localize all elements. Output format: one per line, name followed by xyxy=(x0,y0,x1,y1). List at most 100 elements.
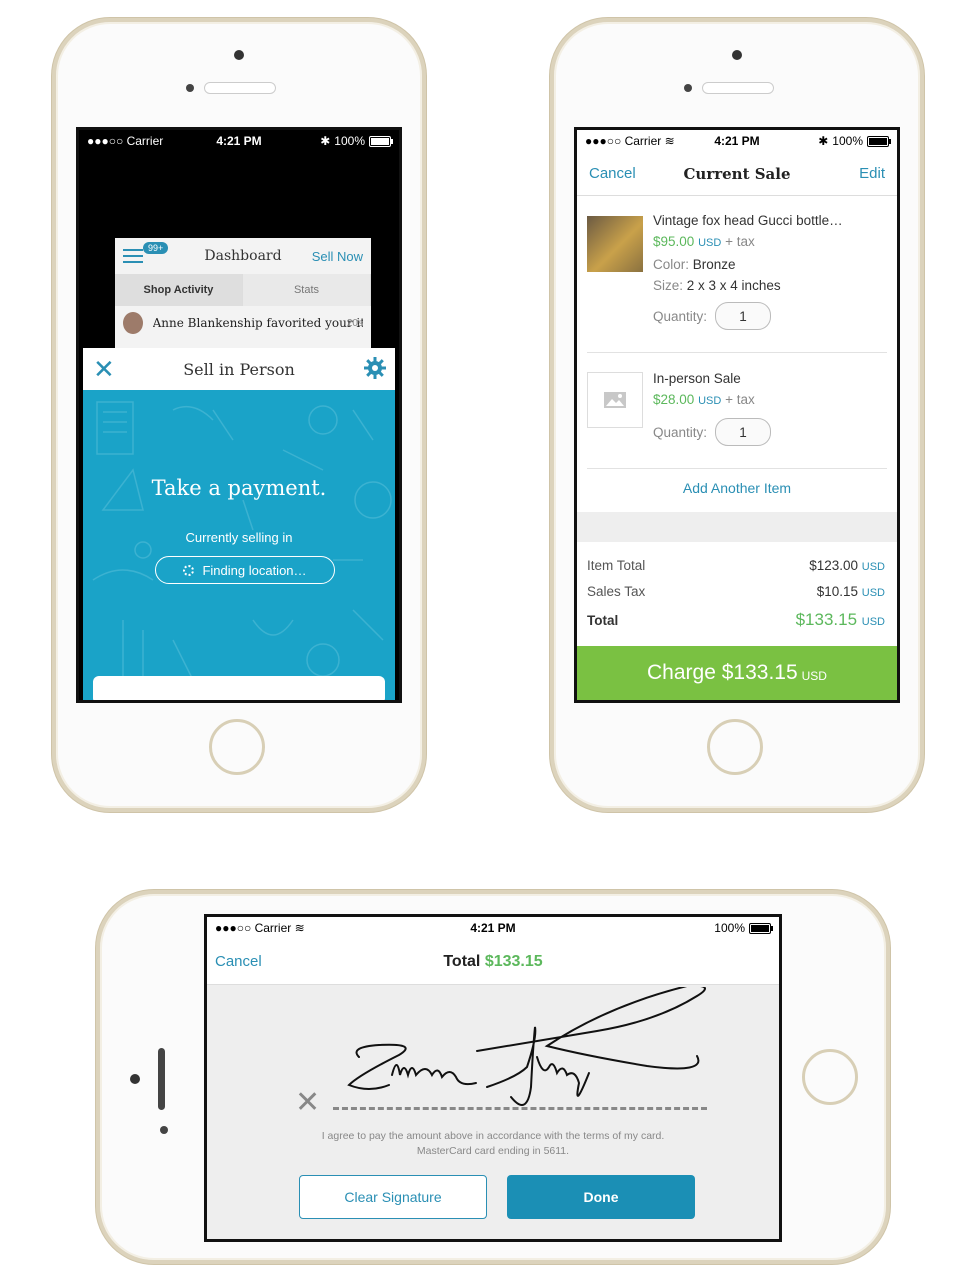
avatar xyxy=(123,312,143,334)
activity-text: Anne Blankenship favorited your item! xyxy=(152,316,363,330)
edit-button[interactable]: Edit xyxy=(859,165,885,182)
agreement-line-1: I agree to pay the amount above in accor… xyxy=(321,1130,665,1142)
total-row: Total $133.15 USD xyxy=(587,610,885,636)
status-bar: ●●●○○ Carrier 4:21 PM ✱ 100% xyxy=(79,130,399,152)
status-bar: ●●●○○ Carrier ≋ 4:21 PM 100% xyxy=(207,917,779,939)
clear-signature-button[interactable]: Clear Signature xyxy=(299,1175,487,1219)
gear-icon[interactable] xyxy=(363,356,387,385)
headline: Take a payment. xyxy=(151,476,327,500)
item-color-row: Color: Bronze xyxy=(653,257,736,272)
item-name: In-person Sale xyxy=(653,371,741,386)
activity-item[interactable]: Anne Blankenship favorited your item! 20… xyxy=(115,306,371,340)
proximity-sensor xyxy=(684,84,692,92)
earpiece xyxy=(204,82,276,94)
home-button[interactable] xyxy=(209,719,265,775)
home-button[interactable] xyxy=(707,719,763,775)
quantity-label: Quantity: xyxy=(653,424,708,440)
image-placeholder-icon xyxy=(587,372,643,428)
item-size-row: Size: 2 x 3 x 4 inches xyxy=(653,278,781,293)
sell-in-person-sheet: ✕ Sell in Person Take a payment. Current… xyxy=(83,348,395,700)
tab-shop-activity[interactable]: Shop Activity xyxy=(115,274,243,306)
list-item[interactable]: In-person Sale $28.00 USD + tax Quantity… xyxy=(587,352,887,469)
item-details: In-person Sale $28.00 USD + tax Quantity… xyxy=(653,368,887,446)
proximity-sensor xyxy=(160,1126,168,1134)
tools-pattern xyxy=(92,401,392,681)
page-title: Total $133.15 xyxy=(443,952,543,970)
agreement-line-2: MasterCard card ending in 5611. xyxy=(416,1145,570,1157)
sell-now-button[interactable]: Sell Now xyxy=(312,249,363,264)
close-icon[interactable]: ✕ xyxy=(93,354,115,385)
item-price: $95.00 xyxy=(653,234,695,249)
sheet-body: Take a payment. Currently selling in Fin… xyxy=(83,390,395,700)
item-details: Vintage fox head Gucci bottle… $95.00 US… xyxy=(653,210,887,330)
earpiece xyxy=(702,82,774,94)
item-tax: + tax xyxy=(725,392,755,407)
sheet-header: ✕ Sell in Person xyxy=(83,348,395,390)
nav-bar: Cancel Total $133.15 xyxy=(207,939,779,985)
item-price-row: $28.00 USD + tax xyxy=(653,389,887,412)
add-another-item-button[interactable]: Add Another Item xyxy=(577,480,897,496)
quantity-row: Quantity: 1 xyxy=(653,302,887,330)
totals: Item Total $123.00 USD Sales Tax $10.15 … xyxy=(587,558,885,636)
cancel-button[interactable]: Cancel xyxy=(215,953,262,970)
battery-icon xyxy=(867,135,891,147)
quantity-stepper[interactable]: 1 xyxy=(715,302,772,330)
dashboard-card: 99+ Dashboard Sell Now Shop Activity Sta… xyxy=(115,238,371,358)
quantity-label: Quantity: xyxy=(653,308,708,324)
status-bar: ●●●○○ Carrier ≋ 4:21 PM ✱ 100% xyxy=(577,130,897,152)
screen-signature: ●●●○○ Carrier ≋ 4:21 PM 100% Cancel Tota… xyxy=(204,914,782,1242)
phone-frame-1: ●●●○○ Carrier 4:21 PM ✱ 100% 99+ Dashboa… xyxy=(52,18,426,812)
phone-frame-3: ●●●○○ Carrier ≋ 4:21 PM 100% Cancel Tota… xyxy=(96,890,890,1264)
sales-tax-row: Sales Tax $10.15 USD xyxy=(587,584,885,610)
quantity-stepper[interactable]: 1 xyxy=(715,418,772,446)
bottom-card xyxy=(93,676,385,700)
home-button[interactable] xyxy=(802,1049,858,1105)
total-label: Total xyxy=(587,613,619,628)
cancel-button[interactable]: Cancel xyxy=(589,165,636,182)
dashboard-header: 99+ Dashboard Sell Now xyxy=(115,238,371,274)
section-divider xyxy=(577,512,897,542)
front-camera xyxy=(732,50,742,60)
item-currency: USD xyxy=(698,395,722,407)
phone-frame-2: ●●●○○ Carrier ≋ 4:21 PM ✱ 100% Cancel Cu… xyxy=(550,18,924,812)
quantity-row: Quantity: 1 xyxy=(653,418,887,446)
screen-current-sale: ●●●○○ Carrier ≋ 4:21 PM ✱ 100% Cancel Cu… xyxy=(574,127,900,703)
status-time: 4:21 PM xyxy=(216,134,262,148)
status-time: 4:21 PM xyxy=(470,921,516,935)
sales-tax-value: $10.15 USD xyxy=(816,584,885,599)
front-camera xyxy=(130,1074,140,1084)
activity-age: 20s xyxy=(346,317,363,329)
location-button[interactable]: Finding location… xyxy=(155,556,335,584)
item-name: Vintage fox head Gucci bottle… xyxy=(653,213,843,228)
battery-icon xyxy=(369,135,393,147)
item-price: $28.00 xyxy=(653,392,695,407)
nav-bar: Cancel Current Sale Edit xyxy=(577,152,897,196)
item-total-label: Item Total xyxy=(587,558,646,573)
done-button[interactable]: Done xyxy=(507,1175,695,1219)
screen-sell-in-person: ●●●○○ Carrier 4:21 PM ✱ 100% 99+ Dashboa… xyxy=(76,127,402,703)
currently-selling-label: Currently selling in xyxy=(185,530,293,545)
battery-icon xyxy=(749,922,773,934)
earpiece xyxy=(158,1048,165,1110)
location-label: Finding location… xyxy=(202,562,307,578)
tab-stats[interactable]: Stats xyxy=(243,274,371,306)
item-total-row: Item Total $123.00 USD xyxy=(587,558,885,584)
signature-x-icon: ✕ xyxy=(295,1086,321,1119)
proximity-sensor xyxy=(186,84,194,92)
item-currency: USD xyxy=(698,237,722,249)
charge-button[interactable]: Charge $133.15 USD xyxy=(577,646,897,700)
item-price-row: $95.00 USD + tax xyxy=(653,231,887,254)
item-thumbnail xyxy=(587,216,643,272)
sales-tax-label: Sales Tax xyxy=(587,584,646,599)
agreement-text: I agree to pay the amount above in accor… xyxy=(207,1129,779,1159)
dashboard-tabs: Shop Activity Stats xyxy=(115,274,371,306)
total-value: $133.15 USD xyxy=(795,610,885,629)
status-time: 4:21 PM xyxy=(714,134,760,148)
signature-drawing xyxy=(347,987,706,1106)
charge-currency: USD xyxy=(801,669,827,683)
front-camera xyxy=(234,50,244,60)
item-total-value: $123.00 USD xyxy=(809,558,885,573)
sheet-title: Sell in Person xyxy=(183,359,295,379)
spinner-icon xyxy=(183,564,195,576)
list-item[interactable]: Vintage fox head Gucci bottle… $95.00 US… xyxy=(587,206,887,353)
